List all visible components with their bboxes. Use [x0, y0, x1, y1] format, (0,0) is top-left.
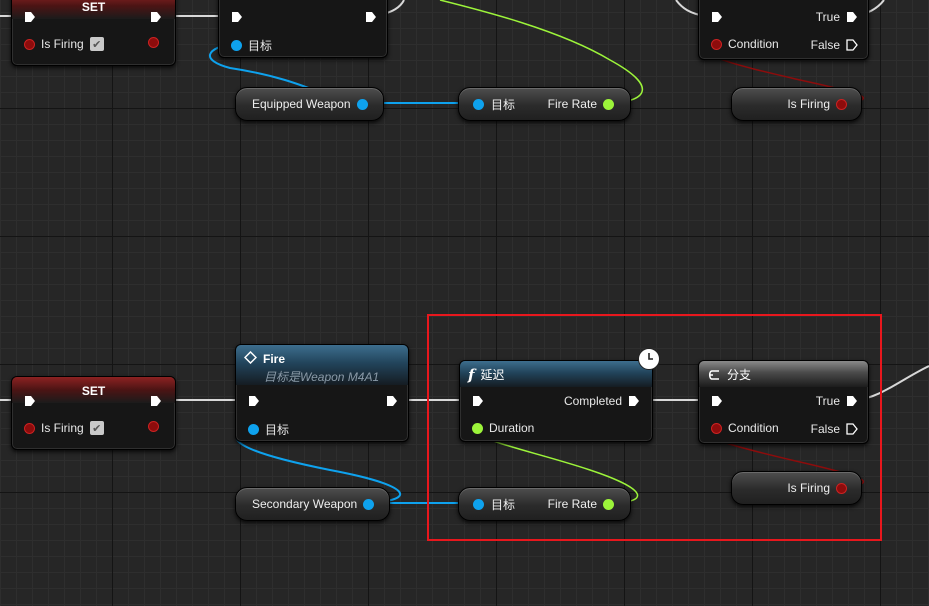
- clock-icon: [638, 348, 660, 370]
- exec-pin-icon: [249, 396, 259, 406]
- is-firing-output-pin[interactable]: [148, 37, 159, 48]
- exec-in-pin[interactable]: [24, 11, 36, 23]
- condition-label: Condition: [728, 37, 779, 51]
- true-label: True: [815, 10, 840, 24]
- get-fire-rate-node-top[interactable]: 目标 Fire Rate: [458, 87, 631, 121]
- is-firing-output-pin[interactable]: [148, 421, 159, 432]
- bool-pin-icon: [24, 422, 35, 434]
- exec-pin-icon: [151, 396, 161, 406]
- object-pin-icon: [231, 40, 242, 51]
- bool-pin-icon: [148, 421, 159, 432]
- is-firing-getter-top[interactable]: Is Firing: [731, 87, 862, 121]
- secondary-weapon-getter[interactable]: Secondary Weapon: [235, 487, 390, 521]
- fire-rate-label: Fire Rate: [547, 97, 597, 111]
- exec-pin-icon: [712, 12, 722, 22]
- is-firing-label: Is Firing: [41, 421, 84, 435]
- is-firing-input-pin[interactable]: Is Firing ✔: [24, 37, 104, 51]
- exec-pin-icon: [847, 12, 857, 22]
- checkmark-icon[interactable]: ✔: [89, 421, 104, 435]
- set-node-title: SET: [81, 384, 106, 398]
- fire-node-header: Fire 目标是Weapon M4A1: [236, 345, 408, 385]
- exec-out-pin[interactable]: [386, 395, 398, 407]
- exec-out-pin[interactable]: [150, 11, 162, 23]
- exec-out-pin[interactable]: [365, 11, 377, 23]
- target-label: 目标: [248, 39, 273, 53]
- target-pin[interactable]: 目标: [248, 421, 289, 438]
- object-pin-icon[interactable]: [356, 98, 368, 110]
- target-label: 目标: [265, 423, 290, 437]
- bool-pin-icon: [24, 38, 35, 50]
- fire-function-node[interactable]: Fire 目标是Weapon M4A1 目标: [235, 344, 409, 442]
- exec-pin-icon: [25, 12, 35, 22]
- equipped-weapon-getter[interactable]: Equipped Weapon: [235, 87, 384, 121]
- set-node-top[interactable]: SET Is Firing ✔: [11, 0, 176, 66]
- bool-pin-icon[interactable]: [836, 98, 847, 110]
- fire-node-subtitle: 目标是Weapon M4A1: [264, 370, 380, 384]
- object-pin-icon[interactable]: [363, 498, 375, 510]
- condition-pin[interactable]: Condition: [711, 37, 779, 51]
- exec-pin-icon: [846, 39, 858, 51]
- exec-in-pin[interactable]: [24, 395, 36, 407]
- equipped-weapon-label: Equipped Weapon: [252, 97, 351, 111]
- object-pin-icon[interactable]: [473, 98, 484, 110]
- is-firing-input-pin[interactable]: Is Firing ✔: [24, 421, 104, 435]
- bool-pin-icon: [148, 37, 159, 48]
- exec-in-pin[interactable]: [711, 11, 723, 23]
- exec-pin-icon: [232, 12, 242, 22]
- true-pin[interactable]: True: [816, 10, 858, 24]
- is-firing-label: Is Firing: [41, 37, 84, 51]
- exec-pin-icon: [151, 12, 161, 22]
- object-pin-icon: [248, 424, 259, 435]
- exec-pin-icon: [366, 12, 376, 22]
- exec-in-pin[interactable]: [231, 11, 243, 23]
- exec-out-pin[interactable]: [150, 395, 162, 407]
- set-node-title: SET: [81, 0, 106, 14]
- set-node-bottom[interactable]: SET Is Firing ✔: [11, 376, 176, 450]
- branch-node-top[interactable]: True Condition False: [698, 0, 869, 60]
- exec-in-pin[interactable]: [248, 395, 260, 407]
- false-pin[interactable]: False: [811, 38, 858, 52]
- target-pin[interactable]: 目标: [231, 37, 272, 54]
- exec-pin-icon: [387, 396, 397, 406]
- float-pin-icon[interactable]: [603, 98, 614, 110]
- checkmark-icon[interactable]: ✔: [89, 37, 104, 51]
- secondary-weapon-label: Secondary Weapon: [252, 497, 358, 511]
- call-node-top[interactable]: 目标: [218, 0, 388, 58]
- exec-pin-icon: [25, 396, 35, 406]
- diamond-icon: [244, 351, 257, 364]
- bool-pin-icon: [711, 38, 722, 50]
- false-label: False: [810, 38, 840, 52]
- is-firing-label: Is Firing: [787, 97, 830, 111]
- target-label: 目标: [491, 97, 516, 112]
